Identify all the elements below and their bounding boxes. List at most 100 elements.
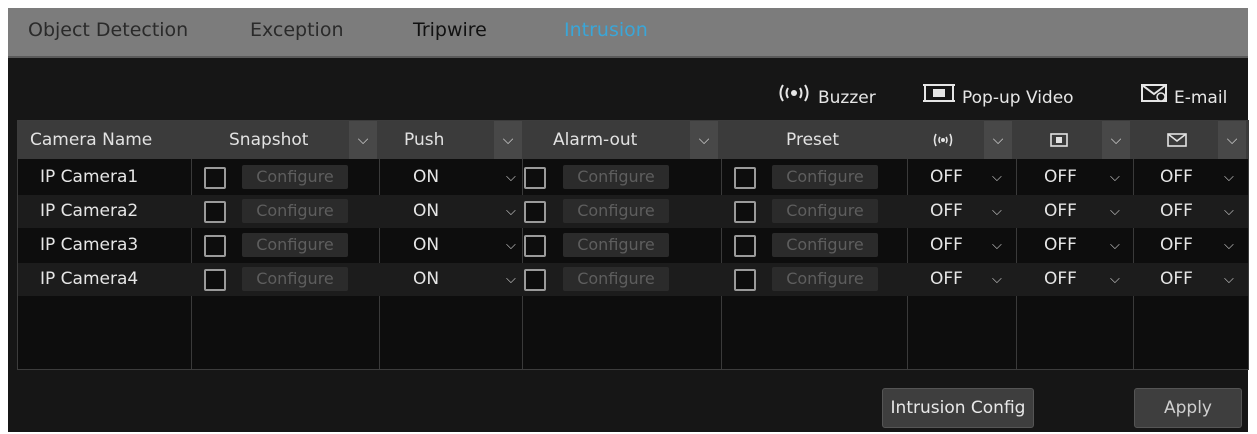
tab-bar: Object Detection Exception Tripwire Intr… [8, 8, 1248, 58]
camera-name: IP Camera1 [40, 167, 139, 187]
preset-checkbox[interactable] [734, 269, 756, 291]
chevron-down-icon: ⌵ [506, 272, 516, 287]
buzzer-select[interactable]: OFF [930, 161, 963, 194]
camera-name: IP Camera4 [40, 269, 139, 289]
legend-popup-label: Pop-up Video [962, 88, 1074, 108]
popup-select[interactable]: OFF [1044, 263, 1077, 296]
preset-configure-button[interactable]: Configure [772, 267, 878, 291]
email-dropdown[interactable]: ⌵ [1218, 121, 1246, 159]
legend-buzzer-label: Buzzer [818, 88, 876, 108]
table-row: IP Camera3 Configure ON ⌵ Configure Conf… [18, 229, 1248, 262]
buzzer-dropdown[interactable]: ⌵ [984, 121, 1012, 159]
chevron-down-icon: ⌵ [698, 132, 710, 148]
alarm-out-checkbox[interactable] [524, 167, 546, 189]
popup-select[interactable]: OFF [1044, 229, 1077, 262]
col-camera-name: Camera Name [30, 130, 153, 150]
chevron-down-icon: ⌵ [506, 170, 516, 185]
alarm-out-dropdown[interactable]: ⌵ [690, 121, 718, 159]
email-select[interactable]: OFF [1160, 195, 1193, 228]
col-buzzer-icon [932, 121, 954, 159]
preset-checkbox[interactable] [734, 235, 756, 257]
chevron-down-icon: ⌵ [1224, 272, 1234, 287]
popup-select[interactable]: OFF [1044, 195, 1077, 228]
apply-button[interactable]: Apply [1134, 388, 1242, 428]
email-icon [1140, 82, 1168, 114]
email-select[interactable]: OFF [1160, 229, 1193, 262]
alarm-out-configure-button[interactable]: Configure [563, 165, 669, 189]
tab-exception[interactable]: Exception [250, 8, 344, 56]
chevron-down-icon: ⌵ [1110, 170, 1120, 185]
chevron-down-icon: ⌵ [992, 238, 1002, 253]
table-header: Camera Name Snapshot ⌵ Push ⌵ Alarm-out … [18, 121, 1248, 159]
chevron-down-icon: ⌵ [506, 238, 516, 253]
buzzer-select[interactable]: OFF [930, 229, 963, 262]
buzzer-select[interactable]: OFF [930, 263, 963, 296]
chevron-down-icon: ⌵ [1224, 170, 1234, 185]
push-select[interactable]: ON [413, 263, 439, 296]
chevron-down-icon: ⌵ [992, 132, 1004, 148]
email-select[interactable]: OFF [1160, 263, 1193, 296]
chevron-down-icon: ⌵ [357, 132, 369, 148]
chevron-down-icon: ⌵ [1224, 238, 1234, 253]
snapshot-configure-button[interactable]: Configure [242, 199, 348, 223]
tab-intrusion[interactable]: Intrusion [564, 8, 648, 56]
camera-name: IP Camera2 [40, 201, 139, 221]
snapshot-checkbox[interactable] [204, 269, 226, 291]
camera-name: IP Camera3 [40, 235, 139, 255]
chevron-down-icon: ⌵ [502, 132, 514, 148]
chevron-down-icon: ⌵ [992, 204, 1002, 219]
alarm-out-checkbox[interactable] [524, 201, 546, 223]
intrusion-table: Camera Name Snapshot ⌵ Push ⌵ Alarm-out … [17, 120, 1249, 370]
legend-email: E-mail [1140, 82, 1227, 112]
popup-video-icon [922, 82, 956, 114]
col-email-icon [1167, 121, 1187, 159]
preset-configure-button[interactable]: Configure [772, 165, 878, 189]
legend-popup-video: Pop-up Video [922, 82, 1074, 112]
table-row: IP Camera1 Configure ON ⌵ Configure Conf… [18, 161, 1248, 194]
snapshot-configure-button[interactable]: Configure [242, 233, 348, 257]
push-dropdown[interactable]: ⌵ [494, 121, 522, 159]
snapshot-dropdown[interactable]: ⌵ [349, 121, 377, 159]
popup-dropdown[interactable]: ⌵ [1102, 121, 1130, 159]
alarm-out-configure-button[interactable]: Configure [563, 233, 669, 257]
preset-checkbox[interactable] [734, 167, 756, 189]
col-push: Push [404, 130, 445, 150]
tab-object-detection[interactable]: Object Detection [28, 8, 188, 56]
chevron-down-icon: ⌵ [992, 170, 1002, 185]
push-select[interactable]: ON [413, 161, 439, 194]
col-snapshot: Snapshot [229, 130, 309, 150]
tab-tripwire[interactable]: Tripwire [413, 8, 487, 56]
chevron-down-icon: ⌵ [992, 272, 1002, 287]
push-select[interactable]: ON [413, 195, 439, 228]
snapshot-configure-button[interactable]: Configure [242, 165, 348, 189]
alarm-out-checkbox[interactable] [524, 235, 546, 257]
col-preset: Preset [786, 130, 840, 150]
email-select[interactable]: OFF [1160, 161, 1193, 194]
chevron-down-icon: ⌵ [1226, 132, 1238, 148]
email-icon [1167, 133, 1187, 147]
legend-email-label: E-mail [1174, 88, 1228, 108]
chevron-down-icon: ⌵ [506, 204, 516, 219]
preset-configure-button[interactable]: Configure [772, 233, 878, 257]
preset-checkbox[interactable] [734, 201, 756, 223]
popup-select[interactable]: OFF [1044, 161, 1077, 194]
snapshot-checkbox[interactable] [204, 201, 226, 223]
intrusion-config-button[interactable]: Intrusion Config [882, 388, 1034, 428]
popup-video-icon [1050, 133, 1068, 147]
alarm-out-configure-button[interactable]: Configure [563, 267, 669, 291]
col-popup-icon [1049, 121, 1069, 159]
snapshot-checkbox[interactable] [204, 235, 226, 257]
buzzer-select[interactable]: OFF [930, 195, 963, 228]
col-alarm-out: Alarm-out [553, 130, 638, 150]
chevron-down-icon: ⌵ [1110, 272, 1120, 287]
alarm-out-checkbox[interactable] [524, 269, 546, 291]
alarm-out-configure-button[interactable]: Configure [563, 199, 669, 223]
snapshot-configure-button[interactable]: Configure [242, 267, 348, 291]
chevron-down-icon: ⌵ [1110, 204, 1120, 219]
preset-configure-button[interactable]: Configure [772, 199, 878, 223]
chevron-down-icon: ⌵ [1110, 132, 1122, 148]
push-select[interactable]: ON [413, 229, 439, 262]
table-row: IP Camera2 Configure ON ⌵ Configure Conf… [18, 195, 1248, 228]
chevron-down-icon: ⌵ [1110, 238, 1120, 253]
snapshot-checkbox[interactable] [204, 167, 226, 189]
